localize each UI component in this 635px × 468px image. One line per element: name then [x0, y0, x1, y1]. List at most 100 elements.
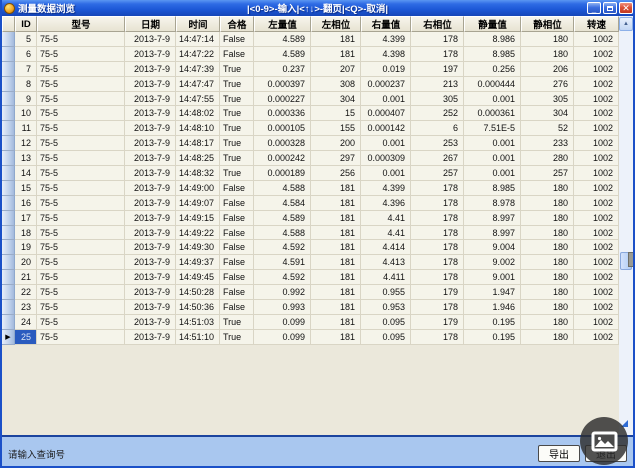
- cell-right_value[interactable]: 0.001: [361, 166, 411, 181]
- title-bar[interactable]: 测量数据浏览 |<0-9>-输入|<↑↓>-翻页|<Q>-取消| _ ✕: [0, 0, 635, 16]
- cell-left_value[interactable]: 0.099: [254, 330, 311, 345]
- cell-time[interactable]: 14:51:03: [176, 315, 220, 330]
- cell-left_phase[interactable]: 181: [311, 315, 361, 330]
- row-selector[interactable]: [2, 300, 15, 315]
- cell-left_value[interactable]: 0.000189: [254, 166, 311, 181]
- cell-id[interactable]: 25: [15, 330, 37, 345]
- row-selector[interactable]: [2, 285, 15, 300]
- cell-speed[interactable]: 1002: [574, 196, 619, 211]
- cell-right_value[interactable]: 4.41: [361, 211, 411, 226]
- cell-time[interactable]: 14:48:32: [176, 166, 220, 181]
- cell-static_value[interactable]: 1.947: [464, 285, 521, 300]
- cell-model[interactable]: 75-5: [37, 47, 125, 62]
- cell-speed[interactable]: 1002: [574, 151, 619, 166]
- cell-static_value[interactable]: 0.000361: [464, 106, 521, 121]
- cell-static_phase[interactable]: 180: [521, 300, 574, 315]
- row-selector[interactable]: [2, 62, 15, 77]
- cell-left_phase[interactable]: 304: [311, 92, 361, 107]
- minimize-button[interactable]: _: [587, 2, 601, 14]
- cell-speed[interactable]: 1002: [574, 226, 619, 241]
- cell-static_value[interactable]: 8.985: [464, 181, 521, 196]
- cell-static_value[interactable]: 0.256: [464, 62, 521, 77]
- cell-static_phase[interactable]: 180: [521, 47, 574, 62]
- cell-time[interactable]: 14:47:39: [176, 62, 220, 77]
- cell-date[interactable]: 2013-7-9: [125, 226, 176, 241]
- cell-left_phase[interactable]: 155: [311, 121, 361, 136]
- row-selector[interactable]: [2, 255, 15, 270]
- cell-left_phase[interactable]: 256: [311, 166, 361, 181]
- cell-pass[interactable]: True: [220, 77, 254, 92]
- cell-model[interactable]: 75-5: [37, 106, 125, 121]
- cell-left_phase[interactable]: 181: [311, 330, 361, 345]
- table-row[interactable]: 675-52013-7-914:47:22False4.5891814.3981…: [2, 47, 619, 62]
- cell-date[interactable]: 2013-7-9: [125, 285, 176, 300]
- cell-static_value[interactable]: 8.985: [464, 47, 521, 62]
- cell-right_phase[interactable]: 179: [411, 315, 464, 330]
- cell-static_phase[interactable]: 206: [521, 62, 574, 77]
- cell-left_value[interactable]: 4.592: [254, 270, 311, 285]
- cell-time[interactable]: 14:49:00: [176, 181, 220, 196]
- column-header-left_value[interactable]: 左量值: [254, 16, 311, 32]
- cell-static_value[interactable]: 1.946: [464, 300, 521, 315]
- cell-pass[interactable]: True: [220, 92, 254, 107]
- cell-left_value[interactable]: 4.589: [254, 47, 311, 62]
- cell-left_phase[interactable]: 15: [311, 106, 361, 121]
- row-selector[interactable]: [2, 226, 15, 241]
- cell-speed[interactable]: 1002: [574, 330, 619, 345]
- cell-speed[interactable]: 1002: [574, 106, 619, 121]
- cell-speed[interactable]: 1002: [574, 121, 619, 136]
- row-selector[interactable]: [2, 121, 15, 136]
- cell-model[interactable]: 75-5: [37, 270, 125, 285]
- row-selector[interactable]: [2, 77, 15, 92]
- cell-right_phase[interactable]: 305: [411, 92, 464, 107]
- cell-right_value[interactable]: 0.955: [361, 285, 411, 300]
- cell-static_value[interactable]: 0.195: [464, 315, 521, 330]
- cell-speed[interactable]: 1002: [574, 270, 619, 285]
- cell-pass[interactable]: True: [220, 330, 254, 345]
- cell-id[interactable]: 23: [15, 300, 37, 315]
- row-selector[interactable]: [2, 106, 15, 121]
- table-row[interactable]: ▶2575-52013-7-914:51:10True0.0991810.095…: [2, 330, 619, 345]
- cell-time[interactable]: 14:47:14: [176, 32, 220, 47]
- cell-date[interactable]: 2013-7-9: [125, 330, 176, 345]
- row-selector[interactable]: [2, 166, 15, 181]
- cell-right_phase[interactable]: 178: [411, 32, 464, 47]
- cell-left_value[interactable]: 4.584: [254, 196, 311, 211]
- cell-left_value[interactable]: 4.592: [254, 240, 311, 255]
- column-header-id[interactable]: ID: [15, 16, 37, 32]
- row-selector[interactable]: [2, 315, 15, 330]
- cell-right_value[interactable]: 4.399: [361, 32, 411, 47]
- cell-model[interactable]: 75-5: [37, 315, 125, 330]
- cell-time[interactable]: 14:50:36: [176, 300, 220, 315]
- cell-id[interactable]: 11: [15, 121, 37, 136]
- cell-model[interactable]: 75-5: [37, 300, 125, 315]
- cell-left_value[interactable]: 0.099: [254, 315, 311, 330]
- cell-time[interactable]: 14:50:28: [176, 285, 220, 300]
- cell-right_value[interactable]: 4.41: [361, 226, 411, 241]
- cell-left_phase[interactable]: 181: [311, 32, 361, 47]
- cell-model[interactable]: 75-5: [37, 77, 125, 92]
- row-selector[interactable]: [2, 240, 15, 255]
- cell-date[interactable]: 2013-7-9: [125, 77, 176, 92]
- cell-id[interactable]: 12: [15, 136, 37, 151]
- cell-speed[interactable]: 1002: [574, 285, 619, 300]
- cell-date[interactable]: 2013-7-9: [125, 92, 176, 107]
- cell-static_phase[interactable]: 52: [521, 121, 574, 136]
- cell-left_value[interactable]: 0.000397: [254, 77, 311, 92]
- column-header-time[interactable]: 时间: [176, 16, 220, 32]
- cell-left_value[interactable]: 0.000242: [254, 151, 311, 166]
- cell-model[interactable]: 75-5: [37, 92, 125, 107]
- cell-speed[interactable]: 1002: [574, 255, 619, 270]
- cell-pass[interactable]: False: [220, 255, 254, 270]
- column-header-speed[interactable]: 转速: [574, 16, 619, 32]
- cell-date[interactable]: 2013-7-9: [125, 136, 176, 151]
- cell-model[interactable]: 75-5: [37, 166, 125, 181]
- cell-time[interactable]: 14:49:07: [176, 196, 220, 211]
- cell-right_phase[interactable]: 178: [411, 181, 464, 196]
- cell-static_phase[interactable]: 180: [521, 211, 574, 226]
- cell-static_value[interactable]: 8.997: [464, 211, 521, 226]
- cell-pass[interactable]: True: [220, 106, 254, 121]
- cell-left_value[interactable]: 0.992: [254, 285, 311, 300]
- cell-static_phase[interactable]: 280: [521, 151, 574, 166]
- vertical-scrollbar[interactable]: ▲: [619, 16, 633, 435]
